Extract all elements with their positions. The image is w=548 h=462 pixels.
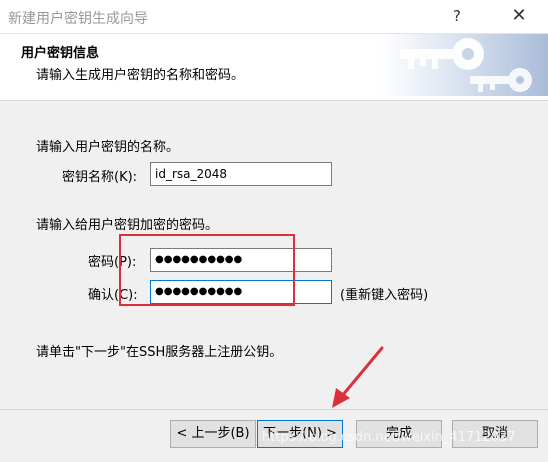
header-title: 用户密钥信息	[21, 46, 100, 61]
title-bar: 新建用户密钥生成向导 ? ✕	[0, 0, 548, 34]
keys-illustration-icon	[380, 34, 548, 96]
next-button[interactable]: 下一步(N) >	[257, 420, 343, 448]
header-divider	[0, 100, 548, 101]
password-input[interactable]: ●●●●●●●●●●	[150, 248, 332, 272]
wizard-header: 用户密钥信息 请输入生成用户密钥的名称和密码。	[0, 34, 548, 96]
instruction-text: 请单击"下一步"在SSH服务器上注册公钥。	[36, 345, 283, 360]
password-label: 密码(P):	[88, 255, 137, 270]
close-button[interactable]: ✕	[504, 4, 534, 28]
key-name-label: 密钥名称(K):	[62, 170, 138, 185]
confirm-label: 确认(C):	[88, 288, 138, 303]
key-name-input[interactable]	[150, 162, 332, 186]
password-prompt: 请输入给用户密钥加密的密码。	[36, 218, 219, 233]
back-button[interactable]: < 上一步(B)	[170, 420, 256, 448]
finish-button[interactable]: 完成	[356, 420, 442, 448]
cancel-button[interactable]: 取消	[452, 420, 538, 448]
confirm-hint: (重新键入密码)	[340, 288, 429, 303]
window-title: 新建用户密钥生成向导	[8, 11, 148, 27]
footer-divider	[0, 409, 548, 410]
help-button[interactable]: ?	[442, 4, 472, 28]
confirm-password-input[interactable]: ●●●●●●●●●●	[150, 280, 332, 304]
annotation-arrow-icon	[332, 346, 384, 408]
name-prompt: 请输入用户密钥的名称。	[36, 140, 180, 155]
header-subtitle: 请输入生成用户密钥的名称和密码。	[36, 68, 245, 83]
